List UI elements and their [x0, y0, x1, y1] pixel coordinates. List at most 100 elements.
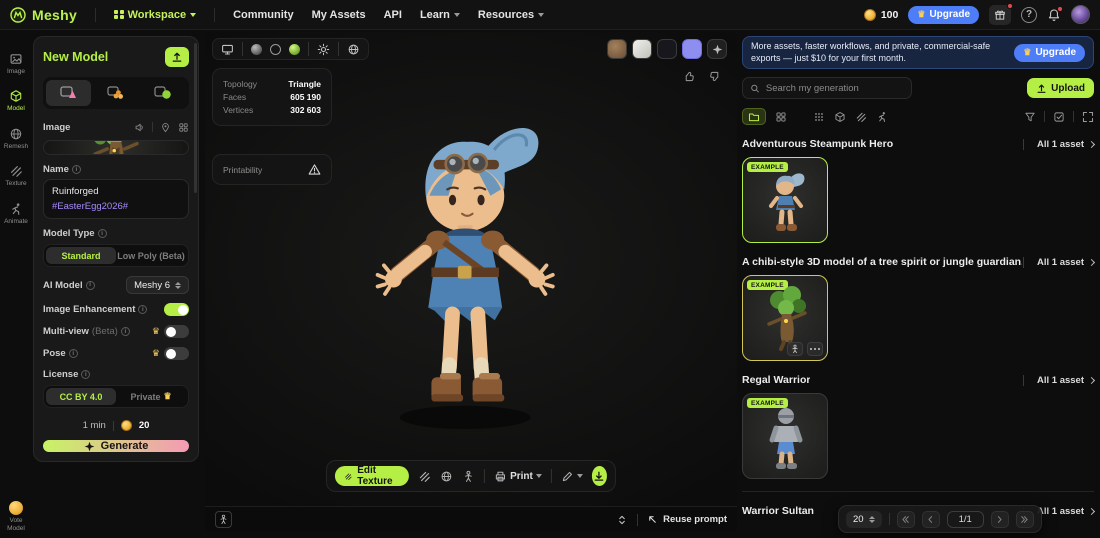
- ai-model-select[interactable]: Meshy 6: [126, 276, 189, 294]
- remesh-button[interactable]: [440, 470, 453, 483]
- image-enhancement-toggle[interactable]: [164, 303, 189, 316]
- name-field[interactable]: Ruinforged #EasterEgg2026#: [43, 179, 189, 219]
- asset-library: More assets, faster workflows, and priva…: [742, 32, 1094, 538]
- metallic-map-chip[interactable]: [657, 39, 677, 59]
- nav-my-assets[interactable]: My Assets: [312, 9, 366, 21]
- info-icon[interactable]: [98, 229, 107, 238]
- tab-text-to-3d[interactable]: [141, 80, 186, 106]
- folder-view-button[interactable]: [742, 108, 766, 125]
- image-audio-icon[interactable]: [134, 122, 145, 133]
- filter-funnel-icon[interactable]: [1024, 111, 1036, 123]
- grid-view-icon[interactable]: [775, 111, 787, 123]
- rail-item-model[interactable]: Model: [0, 89, 32, 112]
- card-hover-actions: [787, 342, 823, 356]
- generate-button[interactable]: Generate: [43, 440, 189, 452]
- filter-textures-icon[interactable]: [855, 111, 867, 123]
- textured-view-icon[interactable]: [289, 44, 300, 55]
- display-icon[interactable]: [221, 43, 234, 56]
- pose-preview-button[interactable]: [215, 511, 232, 528]
- roughness-map-chip[interactable]: [632, 39, 652, 59]
- first-page-button[interactable]: [897, 511, 915, 528]
- rig-action-button[interactable]: [787, 342, 803, 356]
- info-icon[interactable]: [138, 305, 147, 314]
- tab-image-to-3d[interactable]: [46, 80, 91, 106]
- thumbs-up-icon[interactable]: [683, 70, 696, 83]
- vote-model-button[interactable]: Vote Model: [0, 501, 32, 532]
- print-button[interactable]: Print: [494, 470, 542, 483]
- all-assets-link[interactable]: All 1 asset: [1023, 257, 1094, 268]
- lighting-icon[interactable]: [317, 43, 330, 56]
- help-button[interactable]: [1021, 7, 1037, 23]
- rig-button[interactable]: [462, 470, 475, 483]
- panel-scrollbar[interactable]: [194, 43, 197, 193]
- all-assets-icon[interactable]: [813, 111, 825, 123]
- nav-community[interactable]: Community: [233, 9, 294, 21]
- upload-asset-button[interactable]: Upload: [1027, 78, 1094, 98]
- banner-upgrade-button[interactable]: ♛ Upgrade: [1014, 44, 1085, 62]
- viewport[interactable]: Topology Triangle Faces 605 190 Vertices…: [205, 32, 737, 532]
- panel-upload-button[interactable]: [165, 47, 189, 67]
- credits-balance[interactable]: 100: [864, 9, 899, 21]
- model-type-standard[interactable]: Standard: [46, 247, 116, 264]
- wireframe-view-icon[interactable]: [270, 44, 281, 55]
- nav-resources[interactable]: Resources: [478, 9, 544, 21]
- rail-item-texture[interactable]: Texture: [0, 164, 32, 187]
- expand-panel-icon[interactable]: [1082, 111, 1094, 123]
- asset-card-tree-spirit[interactable]: EXAMPLE: [742, 275, 828, 361]
- rail-item-remesh[interactable]: Remesh: [0, 127, 32, 150]
- normal-map-chip[interactable]: [682, 39, 702, 59]
- thumbs-down-icon[interactable]: [708, 70, 721, 83]
- reuse-prompt-button[interactable]: Reuse prompt: [647, 514, 727, 525]
- asset-card-steampunk-hero[interactable]: EXAMPLE: [742, 157, 828, 243]
- no-texture-chip[interactable]: [707, 39, 727, 59]
- info-icon[interactable]: [121, 327, 130, 336]
- nav-learn[interactable]: Learn: [420, 9, 460, 21]
- nav-api[interactable]: API: [384, 9, 402, 21]
- info-icon[interactable]: [86, 281, 95, 290]
- rail-item-image[interactable]: Image: [0, 52, 32, 75]
- download-button[interactable]: [592, 466, 607, 486]
- model-type-segmented: Standard Low Poly (Beta): [43, 244, 189, 267]
- nav-workspace[interactable]: Workspace: [114, 9, 196, 21]
- more-actions-button[interactable]: [807, 342, 823, 356]
- filter-models-icon[interactable]: [834, 111, 846, 123]
- image-grid-icon[interactable]: [178, 122, 189, 133]
- image-preview[interactable]: [43, 140, 189, 155]
- retexture-button[interactable]: [418, 470, 431, 483]
- edit-texture-button[interactable]: Edit Texture: [335, 466, 409, 486]
- avatar[interactable]: [1071, 5, 1090, 24]
- last-page-button[interactable]: [1016, 511, 1034, 528]
- multi-select-icon[interactable]: [1053, 111, 1065, 123]
- info-icon[interactable]: [72, 165, 81, 174]
- rail-item-animate[interactable]: Animate: [0, 202, 32, 225]
- info-icon[interactable]: [81, 370, 90, 379]
- page-size-select[interactable]: 20: [846, 511, 882, 528]
- multiview-toggle[interactable]: [164, 325, 189, 338]
- all-assets-link[interactable]: All 1 asset: [1023, 375, 1094, 386]
- image-pin-icon[interactable]: [160, 122, 171, 133]
- info-icon[interactable]: [69, 349, 78, 358]
- next-page-button[interactable]: [991, 511, 1009, 528]
- pose-toggle[interactable]: [164, 347, 189, 360]
- license-cc[interactable]: CC BY 4.0: [46, 388, 116, 405]
- environment-icon[interactable]: [347, 43, 360, 56]
- search-input[interactable]: [766, 83, 904, 94]
- sort-icon[interactable]: [616, 514, 628, 526]
- asset-card-regal-warrior[interactable]: EXAMPLE: [742, 393, 828, 479]
- notifications-button[interactable]: [1047, 8, 1061, 22]
- license-private[interactable]: Private♛: [116, 388, 186, 405]
- model-character[interactable]: [347, 110, 595, 482]
- model-type-lowpoly[interactable]: Low Poly (Beta): [116, 247, 186, 264]
- basecolor-map-chip[interactable]: [607, 39, 627, 59]
- filter-animations-icon[interactable]: [876, 111, 888, 123]
- edit-menu-button[interactable]: [561, 470, 583, 483]
- pose-label: Pose: [43, 348, 78, 359]
- shaded-view-icon[interactable]: [251, 44, 262, 55]
- printability-card[interactable]: Printability: [212, 154, 332, 185]
- prev-page-button[interactable]: [922, 511, 940, 528]
- brand[interactable]: Meshy: [10, 7, 77, 23]
- tab-multi-image-to-3d[interactable]: [93, 80, 138, 106]
- rewards-button[interactable]: [989, 5, 1011, 25]
- all-assets-link[interactable]: All 1 asset: [1023, 139, 1094, 150]
- upgrade-button[interactable]: ♛ Upgrade: [908, 6, 979, 24]
